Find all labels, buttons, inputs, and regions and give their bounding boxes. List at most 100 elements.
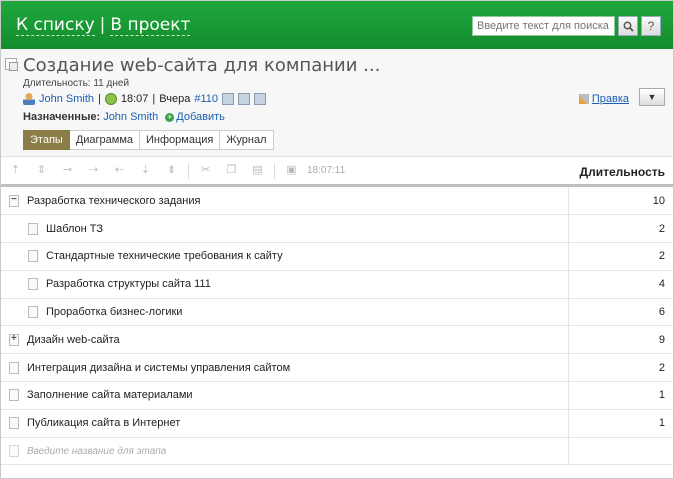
tab-stages[interactable]: Этапы <box>23 130 70 150</box>
tab-info[interactable]: Информация <box>140 130 221 150</box>
table-row[interactable]: Интеграция дизайна и системы управления … <box>1 353 673 383</box>
document-icon <box>28 278 38 291</box>
search-icon <box>623 21 634 32</box>
tab-journal[interactable]: Журнал <box>220 130 274 150</box>
toolbar-time: 18:07:11 <box>307 165 346 176</box>
new-stage-wrap: Введите название для этапа <box>1 445 568 458</box>
move-up-icon[interactable]: ⇕ <box>35 164 48 177</box>
meta-separator: | <box>152 93 156 105</box>
user-icon <box>23 93 35 105</box>
stage-duration[interactable]: 4 <box>568 270 673 299</box>
stage-duration[interactable]: 2 <box>568 242 673 271</box>
document-icon <box>9 389 19 402</box>
stage-name: Интеграция дизайна и системы управления … <box>27 361 291 374</box>
stage-name-cell[interactable]: Публикация сайта в Интернет <box>1 409 569 438</box>
stages-table: Разработка технического задания 10Шаблон … <box>1 187 673 466</box>
app-window: К списку|В проект ? Создание web-сайта д… <box>0 0 674 479</box>
breadcrumb: К списку | В проект <box>16 15 191 36</box>
print-icon[interactable] <box>222 93 234 105</box>
outdent-icon[interactable]: ⇟ <box>165 164 178 177</box>
export-icon[interactable] <box>254 93 266 105</box>
add-icon: + <box>165 112 175 122</box>
table-row[interactable]: Проработка бизнес-логики 6 <box>1 298 673 327</box>
disconnect-icon[interactable]: ⇠ <box>113 164 126 177</box>
stage-name-cell[interactable]: Дизайн web-сайта <box>1 325 569 355</box>
stage-name-wrap: Интеграция дизайна и системы управления … <box>1 361 568 374</box>
table-row[interactable]: Публикация сайта в Интернет 1 <box>1 409 673 438</box>
stage-duration[interactable]: 6 <box>568 298 673 327</box>
meta-day: Вчера <box>159 93 191 105</box>
stage-name-cell[interactable]: Стандартные технические требования к сай… <box>1 242 569 271</box>
stage-name-wrap: Стандартные технические требования к сай… <box>1 250 568 263</box>
assigned-user-link[interactable]: John Smith <box>103 111 158 123</box>
author-link[interactable]: John Smith <box>39 93 94 105</box>
stage-duration[interactable]: 2 <box>568 214 673 244</box>
stage-name-cell[interactable]: Разработка структуры сайта 111 <box>1 270 569 299</box>
edit-control: Правка <box>578 93 629 105</box>
table-row[interactable]: Стандартные технические требования к сай… <box>1 242 673 271</box>
stage-name: Разработка структуры сайта 111 <box>46 278 211 291</box>
duration-column-header: Длительность <box>579 165 665 179</box>
search-box: ? <box>472 16 661 36</box>
back-to-list-link[interactable]: К списку <box>16 15 95 36</box>
table-row[interactable]: Шаблон ТЗ 2 <box>1 214 673 244</box>
expand-toggle-icon[interactable] <box>9 333 19 346</box>
stage-name-wrap: Разработка технического задания <box>1 194 568 207</box>
stage-name: Проработка бизнес-логики <box>46 306 183 319</box>
copy-icon[interactable] <box>238 93 250 105</box>
stages-toolbar: ⇡ ⇕ ⊸ ⇢ ⇠ ⇣ ⇟ ✂ ❐ ▤ ▣ 18:07:11 Длительно… <box>1 157 673 187</box>
indent-icon[interactable]: ⇡ <box>9 164 22 177</box>
paste-icon[interactable]: ▤ <box>251 164 264 177</box>
stage-duration[interactable]: 1 <box>568 409 673 438</box>
link-icon[interactable]: ⊸ <box>61 164 74 177</box>
stage-name: Разработка технического задания <box>27 194 201 207</box>
connect-icon[interactable]: ⇢ <box>87 164 100 177</box>
top-bar: К списку|В проект ? <box>1 1 673 49</box>
stage-name-cell[interactable]: Шаблон ТЗ <box>1 214 569 244</box>
copy-icon[interactable]: ❐ <box>225 164 238 177</box>
tab-bar: Этапы Диаграмма Информация Журнал <box>23 130 274 150</box>
document-icon <box>9 361 19 374</box>
table-row[interactable]: Заполнение сайта материалами 1 <box>1 381 673 410</box>
cut-icon[interactable]: ✂ <box>199 164 212 177</box>
stage-name-wrap: Шаблон ТЗ <box>1 222 568 235</box>
meta-separator: | <box>98 93 101 105</box>
pencil-icon <box>578 94 589 104</box>
stage-duration[interactable]: 1 <box>568 381 673 410</box>
help-button[interactable]: ? <box>641 16 661 36</box>
table-row[interactable]: Дизайн web-сайта 9 <box>1 325 673 355</box>
document-icon <box>9 445 19 458</box>
stage-name-cell[interactable]: Заполнение сайта материалами <box>1 381 569 410</box>
assigned-row: Назначенные: John Smith + Добавить <box>23 111 225 123</box>
new-stage-placeholder[interactable]: Введите название для этапа <box>27 446 166 457</box>
stage-name-cell[interactable]: Проработка бизнес-логики <box>1 298 569 327</box>
project-icon <box>5 58 18 71</box>
table-row[interactable]: Разработка технического задания 10 <box>1 187 673 216</box>
move-down-icon[interactable]: ⇣ <box>139 164 152 177</box>
stage-name-wrap: Разработка структуры сайта 111 <box>1 278 568 291</box>
stage-duration[interactable]: 9 <box>568 325 673 355</box>
project-duration: Длительность: 11 дней <box>23 78 130 89</box>
actions-menu-button[interactable]: ▼ <box>639 88 665 106</box>
chevron-down-icon: ▼ <box>647 92 657 102</box>
new-stage-row[interactable]: Введите название для этапа <box>1 437 673 466</box>
document-icon <box>28 250 38 263</box>
table-row[interactable]: Разработка структуры сайта 111 4 <box>1 270 673 299</box>
search-input[interactable] <box>472 16 615 36</box>
project-number-link[interactable]: #110 <box>194 93 218 105</box>
save-icon[interactable]: ▣ <box>285 164 298 177</box>
stage-name: Заполнение сайта материалами <box>27 389 193 402</box>
add-assignee-link[interactable]: Добавить <box>176 111 225 123</box>
expand-toggle-icon[interactable] <box>9 194 19 207</box>
stage-duration[interactable]: 10 <box>568 187 673 216</box>
stage-name-cell[interactable]: Интеграция дизайна и системы управления … <box>1 353 569 383</box>
tab-diagram[interactable]: Диаграмма <box>69 130 141 150</box>
project-header: Создание web-сайта для компании ... Длит… <box>1 49 673 157</box>
stage-duration[interactable]: 2 <box>568 353 673 383</box>
search-button[interactable] <box>618 16 638 36</box>
stage-name-cell[interactable]: Разработка технического задания <box>1 187 569 216</box>
new-stage-cell[interactable]: Введите название для этапа <box>1 437 569 466</box>
document-icon <box>9 417 19 430</box>
to-project-link[interactable]: В проект <box>110 15 191 36</box>
edit-link[interactable]: Правка <box>592 93 629 105</box>
